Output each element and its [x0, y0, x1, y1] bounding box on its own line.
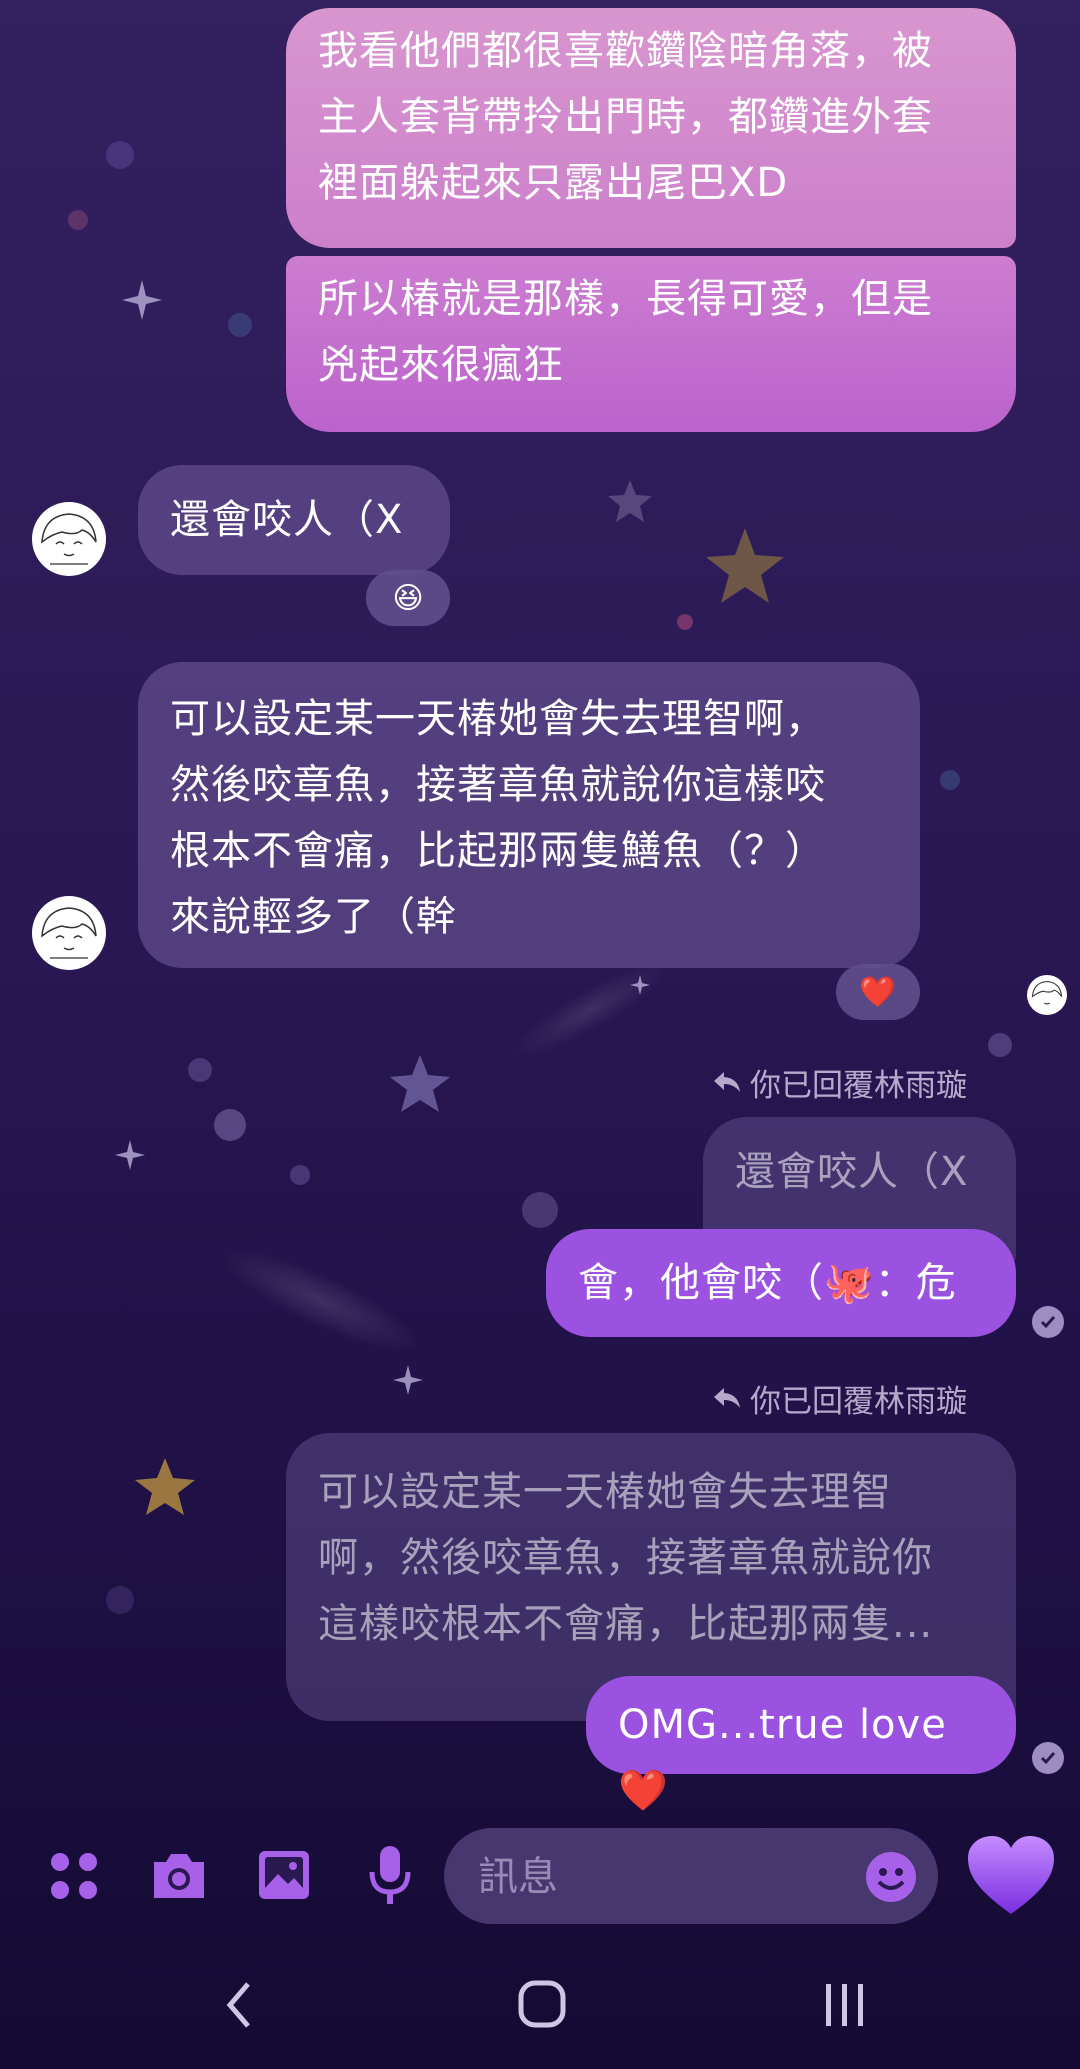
outgoing-message[interactable]: 我看他們都很喜歡鑽陰暗角落，被 主人套背帶拎出門時，都鑽進外套 裡面躲起來只露出…	[286, 8, 1016, 248]
read-receipt-avatar	[1027, 975, 1067, 1015]
reply-label-text: 你已回覆林雨璇	[750, 1384, 967, 1420]
message-line: 來說輕多了（幹	[170, 894, 457, 940]
message-line: 裡面躲起來只露出尾巴XD	[318, 160, 789, 206]
message-text: 會，他會咬（🐙：危	[578, 1260, 957, 1306]
message-line: 可以設定某一天椿她會失去理智啊，	[170, 696, 826, 742]
message-line: 所以椿就是那樣，長得可愛，但是	[318, 276, 933, 322]
read-check-icon	[1032, 1742, 1064, 1774]
anime-face-icon	[41, 513, 97, 565]
quoted-line: 可以設定某一天椿她會失去理智	[318, 1469, 892, 1515]
message-text: 還會咬人（X	[170, 497, 404, 543]
reply-arrow-icon	[714, 1071, 740, 1092]
reaction-badge[interactable]: ❤️	[836, 964, 920, 1020]
outgoing-message[interactable]: 所以椿就是那樣，長得可愛，但是 兇起來很瘋狂	[286, 256, 1016, 432]
sent-message[interactable]: 會，他會咬（🐙：危	[546, 1229, 1016, 1337]
emoji-icon[interactable]	[864, 1850, 918, 1908]
incoming-message[interactable]: 可以設定某一天椿她會失去理智啊， 然後咬章魚，接著章魚就說你這樣咬 根本不會痛，…	[138, 662, 920, 968]
reaction-badge[interactable]: 😆	[366, 570, 450, 626]
message-line: 然後咬章魚，接著章魚就說你這樣咬	[170, 762, 826, 808]
incoming-message[interactable]: 還會咬人（X	[138, 465, 450, 575]
sent-message[interactable]: OMG...true love❤️	[586, 1676, 1016, 1814]
reply-indicator: 你已回覆林雨璇	[712, 1376, 967, 1421]
message-input-container[interactable]	[444, 1828, 938, 1926]
home-icon[interactable]	[518, 1980, 566, 2032]
reply-label-text: 你已回覆林雨璇	[750, 1068, 967, 1104]
quoted-line: 啊，然後咬章魚，接著章魚就說你	[318, 1535, 933, 1581]
reply-arrow-icon	[714, 1387, 740, 1408]
read-check-icon	[1032, 1306, 1064, 1338]
back-icon[interactable]	[224, 1980, 254, 2034]
message-line: 根本不會痛，比起那兩隻鱔魚（？）	[170, 828, 826, 874]
contact-avatar[interactable]	[32, 502, 106, 576]
camera-icon[interactable]	[150, 1848, 208, 1906]
quoted-text: 還會咬人（X	[735, 1149, 969, 1195]
message-line: 兇起來很瘋狂	[318, 342, 564, 388]
gallery-icon[interactable]	[256, 1848, 312, 1906]
microphone-icon[interactable]	[368, 1844, 412, 1910]
quoted-line: 這樣咬根本不會痛，比起那兩隻...	[318, 1601, 934, 1647]
reply-indicator: 你已回覆林雨璇	[712, 1060, 967, 1105]
anime-face-icon	[1031, 980, 1063, 1005]
message-line: 我看他們都很喜歡鑽陰暗角落，被	[318, 28, 933, 74]
anime-face-icon	[41, 907, 97, 959]
message-line: 主人套背帶拎出門時，都鑽進外套	[318, 94, 933, 140]
grin-emoji-icon: 😆	[392, 580, 424, 616]
heart-emoji-icon: ❤️	[859, 974, 897, 1010]
heart-icon[interactable]	[966, 1834, 1056, 1920]
message-text: OMG...true love❤️	[618, 1702, 947, 1814]
contact-avatar[interactable]	[32, 896, 106, 970]
apps-icon[interactable]	[48, 1850, 100, 1906]
recents-icon[interactable]	[822, 1982, 868, 2032]
message-input[interactable]	[476, 1828, 840, 1926]
